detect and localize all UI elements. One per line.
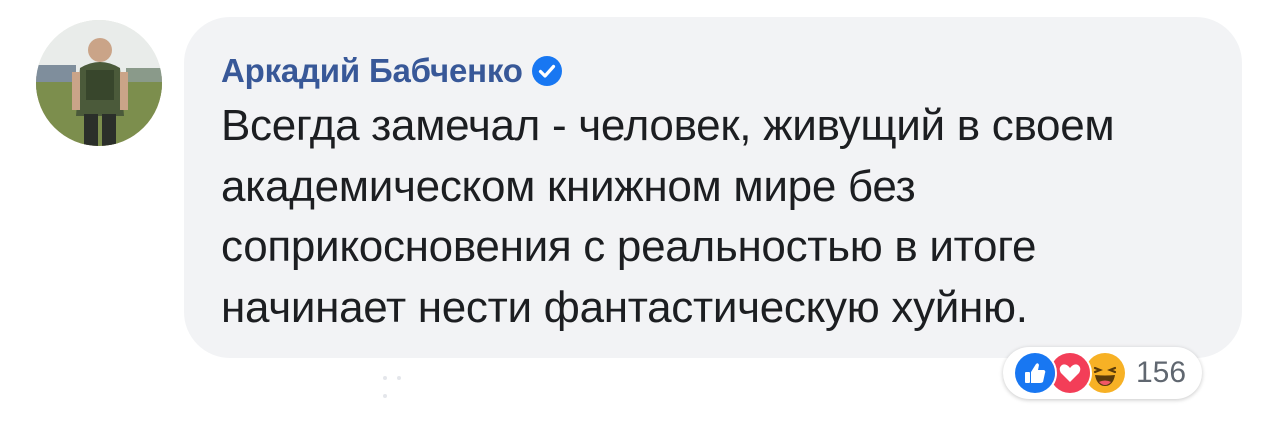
comment-author[interactable]: Аркадий Бабченко [221,52,523,90]
comment-text: Всегда замечал - человек, живущий в свое… [221,101,1115,332]
like-icon [1013,351,1057,395]
typing-dots [383,367,423,398]
reaction-count: 156 [1136,356,1187,389]
verified-badge-icon [531,56,562,86]
reactions-summary[interactable]: 156 [1003,347,1203,399]
avatar[interactable] [36,20,162,146]
comment-bubble: Аркадий Бабченко Всегда замечал - челове… [184,17,1242,358]
